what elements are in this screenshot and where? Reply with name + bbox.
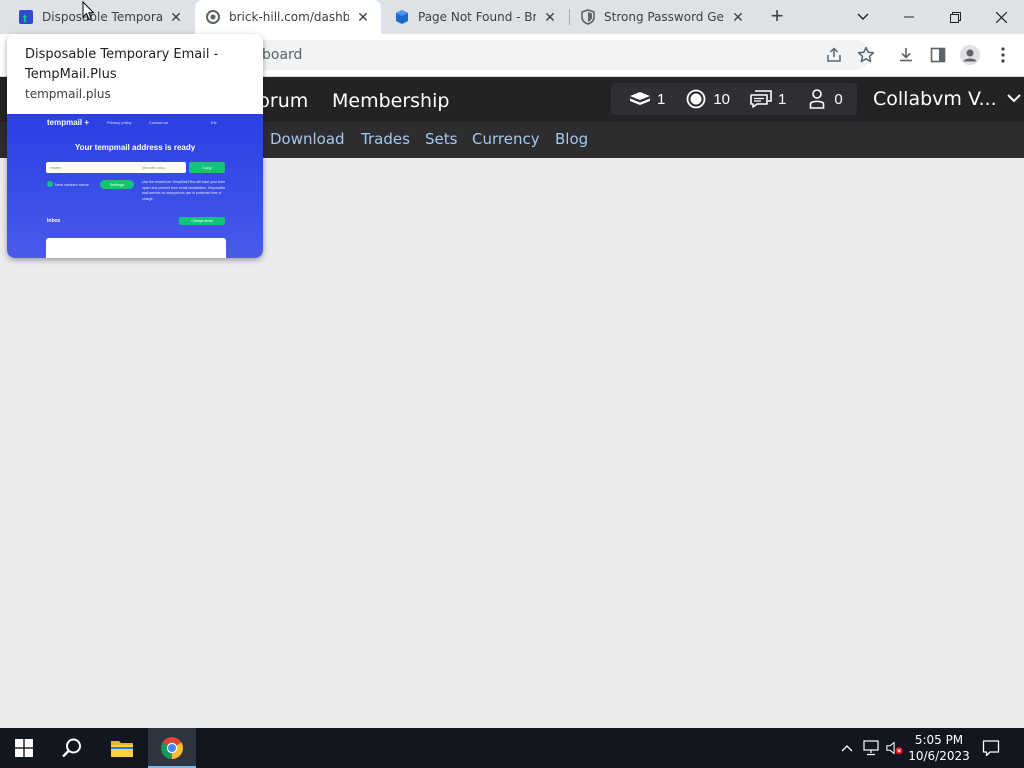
svg-text:t: t [23,13,27,25]
close-icon[interactable]: ✕ [355,9,371,25]
preview-copy-button: Copy [189,162,225,173]
windows-logo-icon [15,739,33,757]
brickhill-favicon [394,9,410,25]
subnav-currency[interactable]: Currency [472,130,540,148]
user-stats-bar: 1 10 1 0 [611,83,857,115]
system-clock[interactable]: 5:05 PM 10/6/2023 [906,732,972,764]
tab-page-not-found[interactable]: Page Not Found - Brick ✕ [384,0,568,34]
tab-password-generator[interactable]: Strong Password Gene ✕ [570,0,756,34]
subnav-sets[interactable]: Sets [425,130,457,148]
restore-icon [949,11,961,23]
tab-search-button[interactable] [840,0,886,34]
hover-card-title: Disposable Temporary Email - TempMail.Pl… [25,47,219,82]
stat-value: 0 [834,90,843,108]
stat-value: 10 [713,90,731,108]
bookmark-star-icon[interactable] [856,45,876,65]
minimize-icon [904,16,914,18]
start-button[interactable] [0,728,48,768]
preview-domain-value: @mailto.plus [142,165,166,170]
close-icon[interactable]: ✕ [542,9,558,25]
tab-title: brick-hill.com/dashboa [229,10,349,24]
loading-icon [205,9,221,25]
preview-checkbox-label: New random name [55,182,89,187]
tab-title: Disposable Temporary E [42,10,162,24]
folder-icon [111,741,133,757]
stat-messages[interactable]: 1 [750,89,786,109]
notifications-icon[interactable] [982,739,1000,757]
file-explorer-button[interactable] [98,728,146,768]
preview-settings-button: Settings [100,180,134,189]
bricks-icon [629,89,651,109]
more-menu-icon[interactable] [993,45,1013,65]
side-panel-icon[interactable] [928,45,948,65]
nav-membership[interactable]: Membership [332,90,449,112]
restore-button[interactable] [932,0,978,34]
chrome-icon [161,737,183,759]
tab-title: Page Not Found - Brick [418,10,536,24]
preview-input-value: rname [50,165,62,170]
preview-nav-item: EN [211,120,217,125]
stat-value: 1 [778,90,787,108]
stat-bits[interactable]: 10 [685,89,730,109]
network-icon[interactable] [862,739,880,757]
download-icon[interactable] [896,45,916,65]
messages-icon [750,89,772,109]
chevron-down-icon[interactable] [1006,91,1022,109]
preview-inbox-button: Change email [179,217,225,225]
preview-heading: Your tempmail address is ready [74,143,196,152]
profile-avatar-icon[interactable] [960,45,980,65]
preview-nav-item: Contact us [149,120,169,125]
tab-strip: t Disposable Temporary E ✕ brick-hill.co… [0,0,1024,34]
close-icon [995,11,1007,23]
chrome-taskbar-button[interactable] [148,728,196,768]
share-icon[interactable] [824,45,844,65]
clock-date: 10/6/2023 [908,749,970,763]
preview-nav-item: Privacy policy [107,120,132,125]
preview-logo: tempmail + [47,118,90,127]
clock-time: 5:05 PM [914,733,964,747]
close-window-button[interactable] [978,0,1024,34]
tab-title: Strong Password Gene [604,10,724,24]
shield-favicon [580,9,596,25]
search-icon [62,738,81,758]
close-icon[interactable]: ✕ [168,9,184,25]
username-dropdown[interactable]: Collabvm V... [873,88,997,110]
show-hidden-icons-chevron-up-icon[interactable] [838,739,856,757]
subnav-blog[interactable]: Blog [555,130,588,148]
volume-muted-icon[interactable] [886,739,904,757]
tab-hover-card: Disposable Temporary Email - TempMail.Pl… [7,34,263,258]
preview-email-input: rname @mailto.plus [46,162,186,173]
close-icon[interactable]: ✕ [730,9,746,25]
windows-taskbar: 5:05 PM 10/6/2023 [0,728,1024,768]
search-button[interactable] [48,728,96,768]
tempmail-favicon: t [18,9,34,25]
tab-brickhill-dashboard[interactable]: brick-hill.com/dashboa ✕ [195,0,381,34]
preview-inbox-label: Inbox [47,218,61,224]
preview-inbox-panel [46,238,226,258]
minimize-button[interactable] [886,0,932,34]
chevron-down-icon [857,13,869,20]
tab-tempmail[interactable]: t Disposable Temporary E ✕ [8,0,194,34]
mouse-cursor-icon [82,0,96,26]
subnav-trades[interactable]: Trades [361,130,410,148]
hover-card-preview: tempmail + Privacy policy Contact us EN … [7,114,263,258]
stat-friends[interactable]: 0 [806,89,843,109]
hover-card-domain: tempmail.plus [25,87,111,101]
preview-description: Use the email from TempMail.Plus will sa… [142,180,226,201]
coins-icon [685,89,707,109]
stat-value: 1 [657,90,666,108]
preview-checkbox-icon [47,181,53,188]
friends-icon [806,89,828,109]
stat-bricks[interactable]: 1 [629,89,665,109]
new-tab-button[interactable]: + [766,5,788,28]
subnav-download[interactable]: Download [270,130,345,148]
url-text: board [262,47,303,63]
